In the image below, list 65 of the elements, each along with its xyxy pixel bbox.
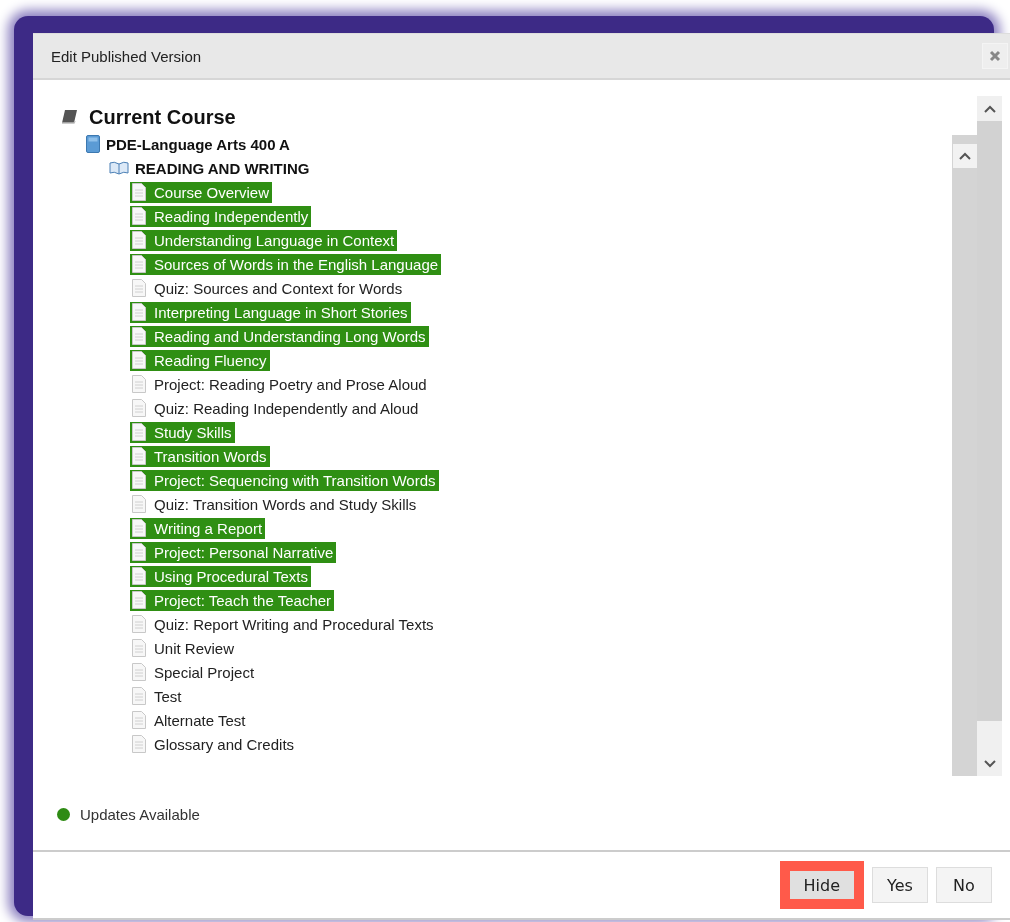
document-icon: [132, 447, 146, 465]
book-icon: [61, 109, 79, 125]
tree-root-label: Current Course: [89, 105, 236, 129]
lesson-item[interactable]: Course Overview: [130, 181, 273, 203]
lesson-item[interactable]: Project: Teach the Teacher: [130, 589, 335, 611]
close-button[interactable]: [982, 43, 1008, 69]
unit-label[interactable]: READING AND WRITING: [135, 159, 310, 177]
document-icon: [132, 399, 146, 417]
document-icon: [132, 255, 146, 273]
document-icon: [132, 183, 146, 201]
lesson-item[interactable]: Project: Reading Poetry and Prose Aloud: [130, 373, 430, 395]
document-icon: [132, 639, 146, 657]
document-icon: [132, 663, 146, 681]
legend-label: Updates Available: [80, 806, 200, 823]
lesson-item[interactable]: Special Project: [130, 661, 258, 683]
document-icon: [132, 423, 146, 441]
dialog-title: Edit Published Version: [51, 47, 202, 65]
document-icon: [132, 519, 146, 537]
scrollbar[interactable]: [952, 135, 977, 776]
document-icon: [132, 591, 146, 609]
lesson-item[interactable]: Test: [130, 685, 185, 707]
document-icon: [132, 687, 146, 705]
lesson-item[interactable]: Quiz: Reading Independently and Aloud: [130, 397, 422, 419]
lesson-item[interactable]: Reading Fluency: [130, 349, 270, 371]
document-icon: [132, 207, 146, 225]
document-icon: [132, 327, 146, 345]
course-icon: [86, 135, 100, 153]
lesson-item[interactable]: Alternate Test: [130, 709, 249, 731]
scroll-down-icon: [983, 759, 996, 768]
document-icon: [132, 375, 146, 393]
open-book-icon: [109, 161, 129, 175]
lesson-item[interactable]: Glossary and Credits: [130, 733, 298, 755]
dialog-button[interactable]: Yes: [872, 867, 928, 903]
lesson-item[interactable]: Transition Words: [130, 445, 270, 467]
document-icon: [132, 543, 146, 561]
lesson-item[interactable]: Unit Review: [130, 637, 238, 659]
document-icon: [132, 615, 146, 633]
lesson-item[interactable]: Project: Personal Narrative: [130, 541, 337, 563]
document-icon: [132, 735, 146, 753]
lesson-item[interactable]: Writing a Report: [130, 517, 266, 539]
scroll-up-icon: [952, 144, 977, 168]
dialog-button[interactable]: No: [936, 867, 992, 903]
lesson-item[interactable]: Quiz: Sources and Context for Words: [130, 277, 406, 299]
lesson-item[interactable]: Using Procedural Texts: [130, 565, 311, 587]
document-icon: [132, 567, 146, 585]
lesson-item[interactable]: Quiz: Transition Words and Study Skills: [130, 493, 420, 515]
scrollbar[interactable]: [977, 96, 1002, 776]
document-icon: [132, 495, 146, 513]
document-icon: [132, 279, 146, 297]
lesson-item[interactable]: Study Skills: [130, 421, 235, 443]
lesson-item[interactable]: Interpreting Language in Short Stories: [130, 301, 411, 323]
scroll-up-icon: [983, 104, 996, 113]
document-icon: [132, 471, 146, 489]
lesson-item[interactable]: Quiz: Report Writing and Procedural Texts: [130, 613, 437, 635]
document-icon: [132, 711, 146, 729]
course-label[interactable]: PDE-Language Arts 400 A: [106, 135, 290, 153]
lesson-item[interactable]: Project: Sequencing with Transition Words: [130, 469, 439, 491]
lesson-item[interactable]: Reading and Understanding Long Words: [130, 325, 429, 347]
lesson-item[interactable]: Sources of Words in the English Language: [130, 253, 442, 275]
lesson-item[interactable]: Reading Independently: [130, 205, 312, 227]
close-icon: [989, 50, 1001, 62]
document-icon: [132, 231, 146, 249]
document-icon: [132, 303, 146, 321]
lesson-item[interactable]: Understanding Language in Context: [130, 229, 398, 251]
document-icon: [132, 351, 146, 369]
